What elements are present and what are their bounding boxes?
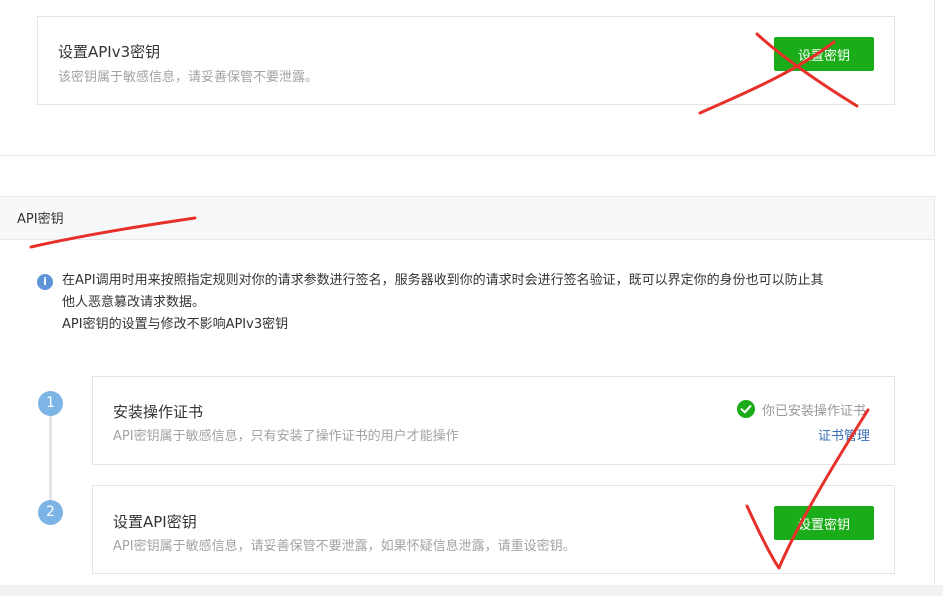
info-line-3: API密钥的设置与修改不影响APIv3密钥 [62, 317, 289, 332]
info-line-2: 他人恶意篡改请求数据。 [62, 295, 206, 310]
step-1-desc: API密钥属于敏感信息，只有安装了操作证书的用户才能操作 [113, 429, 459, 444]
api-key-info: 在API调用时用来按照指定规则对你的请求参数进行签名，服务器收到你的请求时会进行… [62, 270, 902, 336]
bottom-bar [0, 585, 943, 596]
step-1-number: 1 [38, 391, 63, 416]
api-key-section-title: API密钥 [17, 212, 64, 227]
set-api-key-button[interactable]: 设置密钥 [774, 506, 874, 540]
info-icon: i [37, 274, 53, 290]
step-1-title: 安装操作证书 [113, 403, 204, 421]
apiv3-key-card: 设置APIv3密钥 该密钥属于敏感信息，请妥善保管不要泄露。 设置密钥 [37, 16, 895, 105]
set-apiv3-key-button[interactable]: 设置密钥 [774, 37, 874, 71]
step-connector-line [49, 414, 52, 514]
step-2-number: 2 [38, 500, 63, 525]
apiv3-card-title: 设置APIv3密钥 [58, 43, 161, 61]
apiv3-card-desc: 该密钥属于敏感信息，请妥善保管不要泄露。 [58, 70, 319, 85]
cert-installed-status: 你已安装操作证书 [762, 404, 867, 419]
section-border [934, 196, 935, 586]
api-key-section-header: API密钥 [0, 196, 935, 240]
step-2-title: 设置API密钥 [113, 513, 197, 531]
info-line-1: 在API调用时用来按照指定规则对你的请求参数进行签名，服务器收到你的请求时会进行… [62, 273, 824, 288]
cert-management-link[interactable]: 证书管理 [818, 425, 870, 444]
step-1-card: 安装操作证书 API密钥属于敏感信息，只有安装了操作证书的用户才能操作 你已安装… [92, 376, 895, 465]
step-2-card: 设置API密钥 API密钥属于敏感信息，请妥善保管不要泄露，如果怀疑信息泄露，请… [92, 485, 895, 574]
check-circle-icon [737, 400, 755, 418]
step-2-desc: API密钥属于敏感信息，请妥善保管不要泄露，如果怀疑信息泄露，请重设密钥。 [113, 539, 576, 554]
